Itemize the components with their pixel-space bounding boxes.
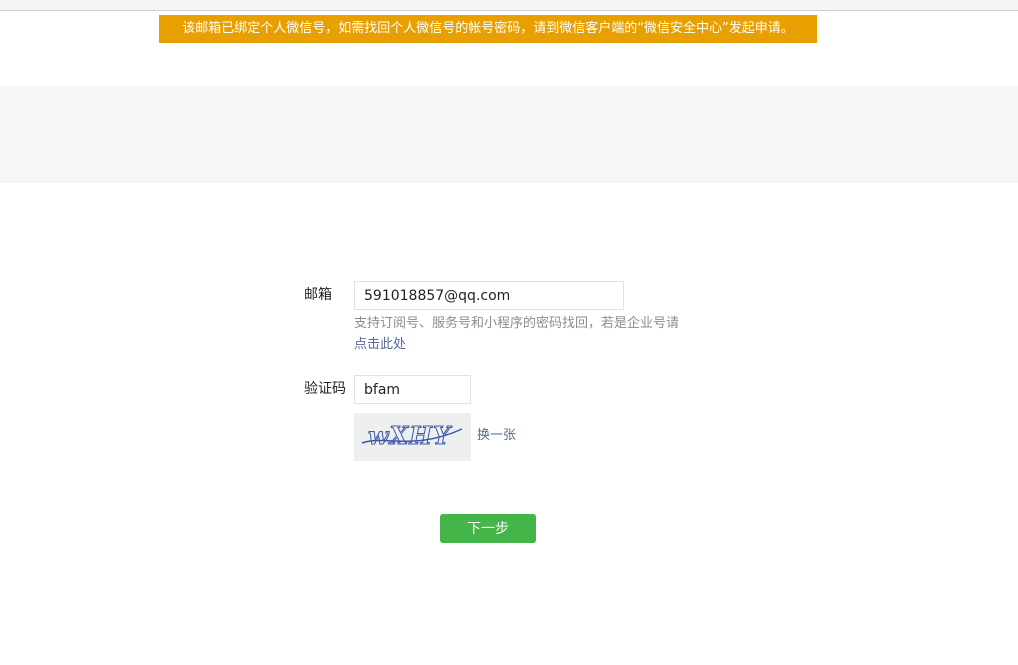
email-tip: 支持订阅号、服务号和小程序的密码找回，若是企业号请点击此处 — [354, 313, 684, 355]
enterprise-click-here-link[interactable]: 点击此处 — [354, 337, 406, 352]
refresh-captcha-link[interactable]: 换一张 — [477, 426, 516, 446]
page-header-band — [0, 86, 1018, 182]
browser-top-strip — [0, 0, 1018, 11]
email-tip-text: 支持订阅号、服务号和小程序的密码找回，若是企业号请 — [354, 316, 680, 331]
captcha-text: wXHY — [368, 421, 453, 450]
captcha-graphic: wXHY — [361, 421, 463, 451]
captcha-input[interactable] — [354, 375, 471, 404]
next-step-button[interactable]: 下一步 — [440, 514, 536, 543]
captcha-image: wXHY — [354, 413, 471, 461]
email-input[interactable] — [354, 281, 624, 310]
binding-notice-banner: 该邮箱已绑定个人微信号，如需找回个人微信号的帐号密码，请到微信客户端的“微信安全… — [159, 15, 817, 43]
captcha-label: 验证码 — [304, 381, 346, 397]
email-label: 邮箱 — [304, 287, 332, 303]
